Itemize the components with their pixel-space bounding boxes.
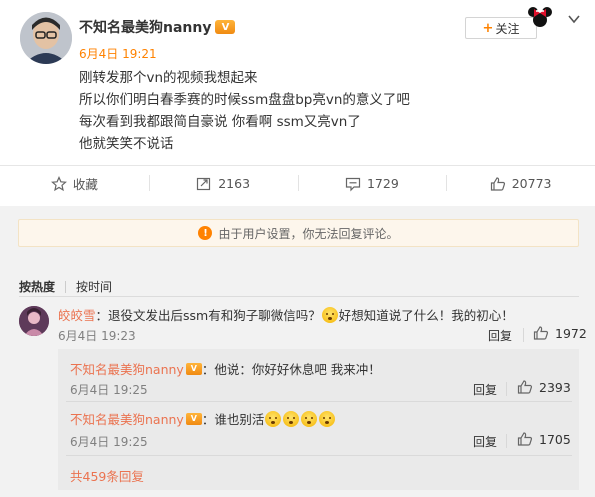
- emoji-icon: [283, 410, 300, 427]
- notice-text: 由于用户设置，你无法回复评论。: [218, 226, 399, 241]
- post-line: 他就笑笑不说话: [79, 136, 174, 152]
- commenter-avatar[interactable]: [19, 306, 49, 336]
- divider: [66, 401, 572, 402]
- reply-username[interactable]: 不知名最美狗nanny: [70, 409, 184, 428]
- reply-like-count: 2393: [539, 379, 571, 395]
- reply-content: ：谁也别活: [201, 412, 265, 427]
- comment-like-button[interactable]: 1972: [533, 325, 587, 341]
- favorite-button[interactable]: 收藏: [0, 171, 149, 196]
- vip-icon: V: [215, 20, 236, 34]
- post-line: 每次看到我都跟简自豪说 你看啊 ssm又亮vn了: [79, 114, 361, 130]
- emoji-icon: [265, 410, 282, 427]
- plus-icon: +: [482, 20, 494, 36]
- reply-content: ：他说：你好好休息吧 我来冲！: [201, 362, 381, 377]
- reply-button[interactable]: 回复: [488, 327, 512, 344]
- reply-button[interactable]: 回复: [473, 381, 497, 398]
- comment-text-part: 好想知道说了什么！我的初心！: [338, 308, 514, 323]
- post-line: 所以你们明白春季赛的时候ssm盘盘bp亮vn的意义了吧: [79, 92, 410, 108]
- comment-button[interactable]: 1729: [297, 171, 447, 196]
- sort-tabs: 按热度 按时间: [19, 278, 112, 295]
- repost-count: 2163: [218, 176, 251, 191]
- reply-time: 6月4日 19:25: [70, 383, 148, 397]
- minnie-icon: [528, 7, 552, 27]
- chevron-down-icon[interactable]: [567, 12, 581, 26]
- author-name[interactable]: 不知名最美狗nanny: [79, 17, 211, 37]
- reply-time: 6月4日 19:25: [70, 435, 148, 449]
- reply-like-button[interactable]: 1705: [517, 431, 571, 447]
- emoji-icon: [319, 410, 336, 427]
- divider: [19, 296, 579, 297]
- reply-text: 不知名最美狗nanny V ：谁也别活: [70, 409, 336, 428]
- favorite-label: 收藏: [72, 177, 98, 192]
- comment-time: 6月4日 19:23: [58, 329, 136, 343]
- post-time[interactable]: 6月4日 19:21: [79, 45, 157, 62]
- divider: [523, 328, 524, 342]
- emoji-icon: [321, 306, 338, 323]
- warning-icon: !: [198, 226, 213, 240]
- weibo-post: 不知名最美狗nanny V 6月4日 19:21 刚转发那个vn的视频我想起来 …: [0, 0, 595, 170]
- reply-button[interactable]: 回复: [473, 433, 497, 450]
- follow-button[interactable]: + 关注: [465, 17, 537, 39]
- reply-text: 不知名最美狗nanny V ：他说：你好好休息吧 我来冲！: [70, 359, 381, 378]
- divider: [0, 165, 595, 166]
- divider: [506, 434, 507, 448]
- like-icon: [533, 326, 549, 340]
- comment-count: 1729: [366, 176, 399, 191]
- more-replies-link[interactable]: 共459条回复: [70, 466, 144, 485]
- comment-like-count: 1972: [555, 325, 587, 341]
- comment-text: 皎皎雪 ：退役文发出后ssm有和狗子聊微信吗？ 好想知道说了什么！我的初心！: [58, 305, 514, 324]
- action-bar: 收藏 2163 1729 20773: [0, 171, 595, 196]
- reply-like-button[interactable]: 2393: [517, 379, 571, 395]
- like-count: 20773: [511, 176, 552, 191]
- sort-by-hot-tab[interactable]: 按热度: [19, 278, 55, 295]
- vip-icon: V: [185, 362, 202, 375]
- repost-button[interactable]: 2163: [148, 171, 298, 196]
- vip-icon: V: [185, 412, 202, 425]
- divider: [506, 382, 507, 396]
- comment-icon: [345, 177, 361, 191]
- author-avatar[interactable]: [20, 12, 72, 64]
- like-button[interactable]: 20773: [446, 171, 595, 196]
- divider: [66, 455, 572, 456]
- comment-text-part: ：退役文发出后ssm有和狗子聊微信吗？: [95, 308, 321, 323]
- sort-by-time-tab[interactable]: 按时间: [76, 278, 112, 295]
- follow-label: 关注: [495, 21, 520, 36]
- comment-username[interactable]: 皎皎雪: [58, 305, 96, 324]
- reply-like-count: 1705: [539, 431, 571, 447]
- like-icon: [517, 432, 533, 446]
- like-icon: [517, 380, 533, 394]
- star-icon: [50, 175, 67, 191]
- repost-icon: [197, 177, 211, 190]
- emoji-icon: [301, 410, 318, 427]
- like-icon: [490, 176, 505, 191]
- divider: [65, 280, 67, 293]
- reply-disabled-notice: ! 由于用户设置，你无法回复评论。: [18, 219, 579, 247]
- post-text: 刚转发那个vn的视频我想起来 所以你们明白春季赛的时候ssm盘盘bp亮vn的意义…: [79, 67, 410, 155]
- post-line: 刚转发那个vn的视频我想起来: [79, 70, 258, 86]
- reply-username[interactable]: 不知名最美狗nanny: [70, 359, 184, 378]
- author-line: 不知名最美狗nanny V: [79, 17, 236, 37]
